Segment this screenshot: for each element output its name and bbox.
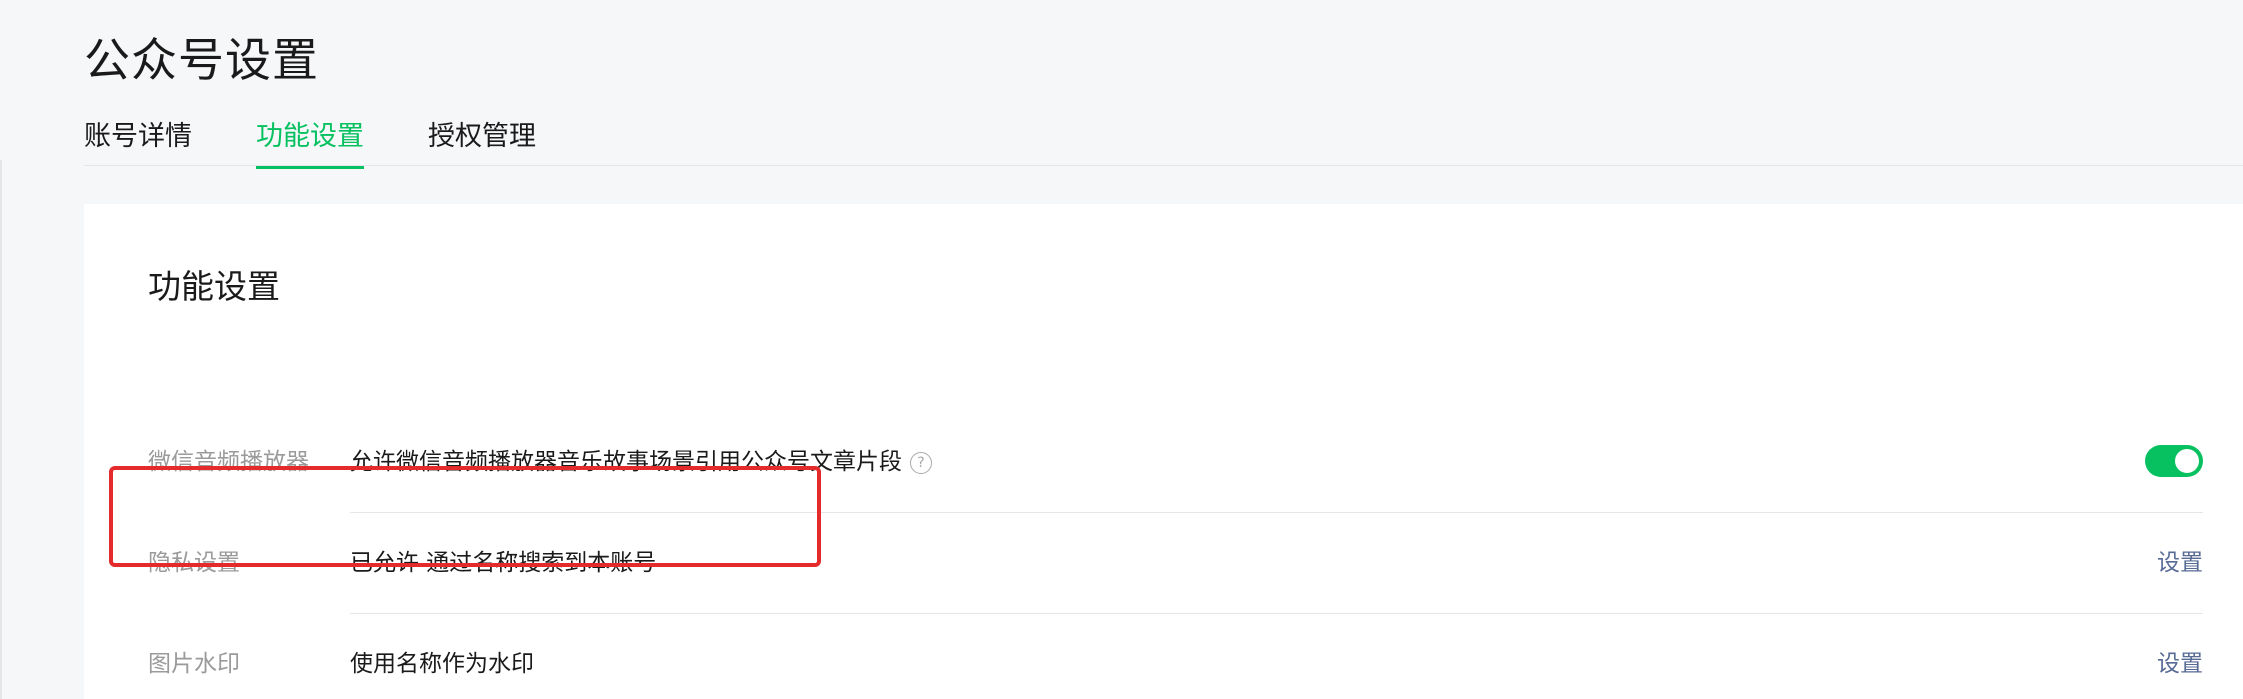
- setting-row-image-watermark: 图片水印 使用名称作为水印 设置: [84, 614, 2243, 699]
- toggle-knob: [2175, 449, 2199, 473]
- audio-player-toggle[interactable]: [2145, 445, 2203, 477]
- left-edge-divider: [0, 160, 2, 699]
- card-title: 功能设置: [148, 267, 280, 306]
- page: 公众号设置 账号详情 功能设置 授权管理 功能设置 微信音频播放器 允许微信音频…: [0, 0, 2243, 699]
- tab-account-details[interactable]: 账号详情: [84, 112, 192, 167]
- setting-label: 微信音频播放器: [148, 449, 309, 475]
- page-title: 公众号设置: [84, 33, 319, 87]
- setting-label: 隐私设置: [148, 550, 240, 576]
- tab-function-settings[interactable]: 功能设置: [256, 112, 364, 169]
- tab-bar: 账号详情 功能设置 授权管理: [84, 112, 536, 169]
- setting-label: 图片水印: [148, 651, 240, 677]
- tab-authorization-management[interactable]: 授权管理: [428, 112, 536, 167]
- setting-row-privacy: 隐私设置 已允许 通过名称搜索到本账号 设置: [84, 513, 2243, 614]
- tabs-divider: [84, 165, 2243, 166]
- setting-value: 已允许 通过名称搜索到本账号: [350, 513, 656, 614]
- setting-value-text: 允许微信音频播放器音乐故事场景引用公众号文章片段: [350, 449, 902, 475]
- question-help-icon[interactable]: ?: [910, 451, 932, 474]
- setting-value: 允许微信音频播放器音乐故事场景引用公众号文章片段 ?: [350, 412, 932, 513]
- setting-value-text: 使用名称作为水印: [350, 651, 534, 677]
- setting-value-text: 已允许 通过名称搜索到本账号: [350, 550, 657, 576]
- settings-card: 功能设置 微信音频播放器 允许微信音频播放器音乐故事场景引用公众号文章片段 ? …: [84, 204, 2243, 699]
- setting-row-audio-player: 微信音频播放器 允许微信音频播放器音乐故事场景引用公众号文章片段 ?: [84, 412, 2243, 513]
- setting-value: 使用名称作为水印: [350, 614, 534, 699]
- privacy-settings-link[interactable]: 设置: [2157, 513, 2203, 614]
- watermark-settings-link[interactable]: 设置: [2157, 614, 2203, 699]
